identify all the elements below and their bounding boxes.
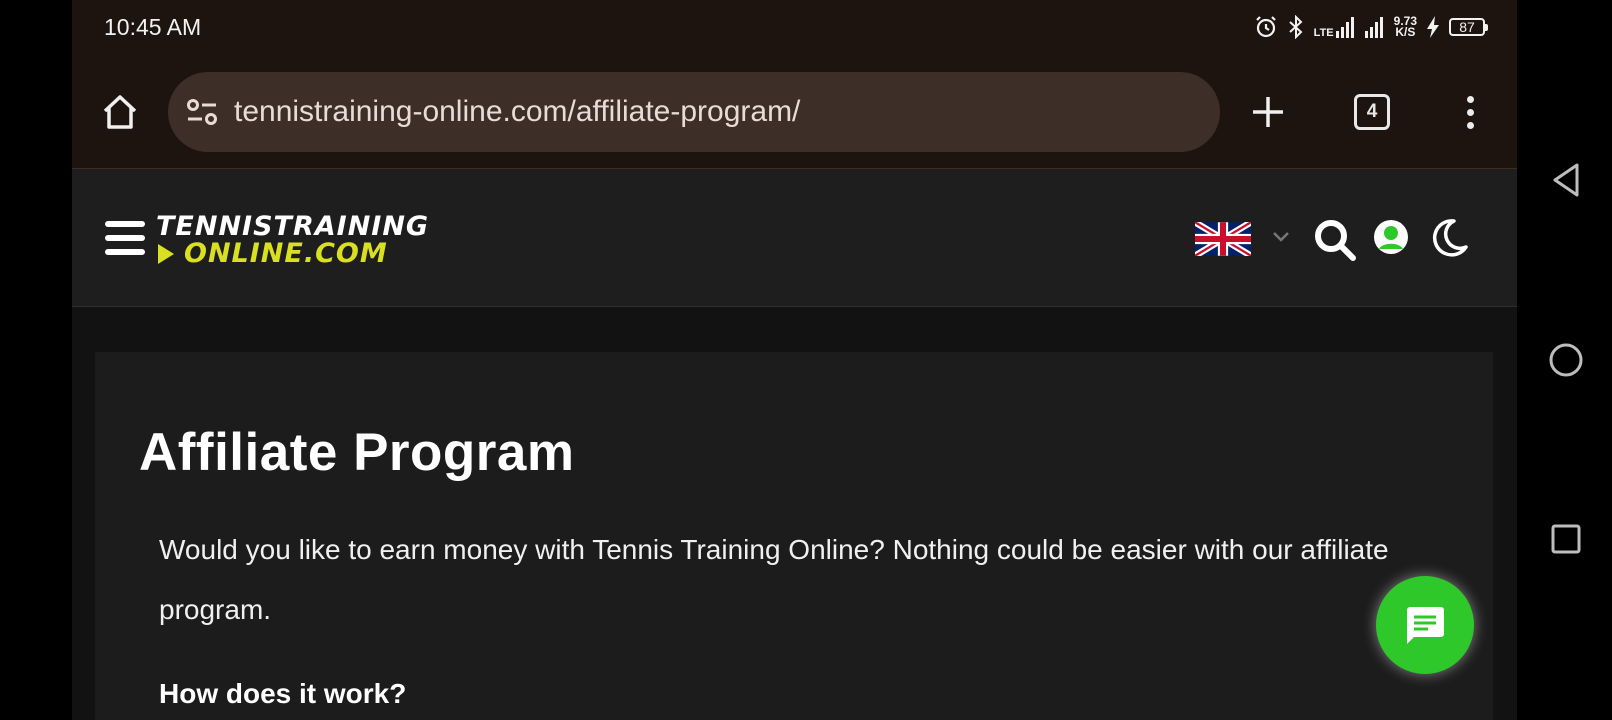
- plus-icon: [1253, 97, 1283, 127]
- site-info-icon: [187, 99, 217, 125]
- logo-line1: TENNISTRAINING: [156, 211, 430, 242]
- net-speed-unit: K/S: [1395, 25, 1416, 39]
- content-card: Affiliate Program Would you like to earn…: [95, 352, 1493, 720]
- intro-text: Would you like to earn money with Tennis…: [159, 534, 1389, 625]
- chevron-down-icon[interactable]: [1270, 225, 1292, 247]
- lte-label: LTE: [1313, 27, 1334, 39]
- back-icon: [1553, 163, 1579, 197]
- home-button[interactable]: [96, 88, 144, 136]
- moon-icon[interactable]: [1428, 217, 1470, 259]
- tab-switcher-button[interactable]: 4: [1354, 94, 1390, 130]
- user-icon[interactable]: [1373, 219, 1409, 255]
- home-circle-icon: [1549, 343, 1583, 377]
- home-nav-button[interactable]: [1547, 341, 1585, 379]
- signal-icon-2: [1364, 17, 1383, 38]
- how-it-works-heading: How does it work?: [159, 678, 407, 709]
- site-logo[interactable]: TENNISTRAINING ONLINE.COM: [156, 211, 430, 269]
- url-text[interactable]: tennistraining-online.com/affiliate-prog…: [234, 95, 800, 129]
- battery-indicator: 87: [1449, 18, 1488, 36]
- bluetooth-icon: [1288, 15, 1303, 39]
- network-speed: 9.73 K/S: [1394, 15, 1417, 39]
- new-tab-button[interactable]: [1244, 88, 1292, 136]
- status-icons: LTE 9.73 K/S 87: [1254, 12, 1488, 42]
- play-icon: [158, 244, 174, 264]
- system-nav-bar: [1517, 0, 1612, 720]
- logo-line2-wrap: ONLINE.COM: [156, 238, 429, 269]
- site-header: TENNISTRAINING ONLINE.COM: [72, 169, 1517, 307]
- back-button[interactable]: [1547, 161, 1585, 199]
- search-icon[interactable]: [1312, 217, 1358, 263]
- address-bar[interactable]: tennistraining-online.com/affiliate-prog…: [168, 72, 1220, 152]
- recents-icon: [1551, 524, 1581, 554]
- status-time: 10:45 AM: [104, 14, 202, 40]
- charging-icon: [1427, 16, 1439, 38]
- logo-line2: ONLINE.COM: [184, 238, 388, 269]
- alarm-icon: [1255, 16, 1276, 38]
- signal-icon: [1335, 17, 1354, 38]
- home-icon: [103, 95, 137, 129]
- uk-flag-icon[interactable]: [1195, 222, 1251, 256]
- site-info-button[interactable]: [182, 92, 222, 132]
- recents-button[interactable]: [1547, 520, 1585, 558]
- more-vert-icon[interactable]: [1454, 88, 1486, 136]
- menu-icon[interactable]: [105, 221, 145, 255]
- browser-chrome: 10:45 AM LTE 9.73 K/S 87 tennistraining-…: [72, 0, 1517, 169]
- chat-icon: [1407, 607, 1444, 644]
- page-title: Affiliate Program: [139, 423, 575, 482]
- phone-screen: 10:45 AM LTE 9.73 K/S 87 tennistraining-…: [72, 0, 1517, 720]
- lte-signal: LTE: [1313, 16, 1356, 39]
- chat-button[interactable]: [1376, 576, 1474, 674]
